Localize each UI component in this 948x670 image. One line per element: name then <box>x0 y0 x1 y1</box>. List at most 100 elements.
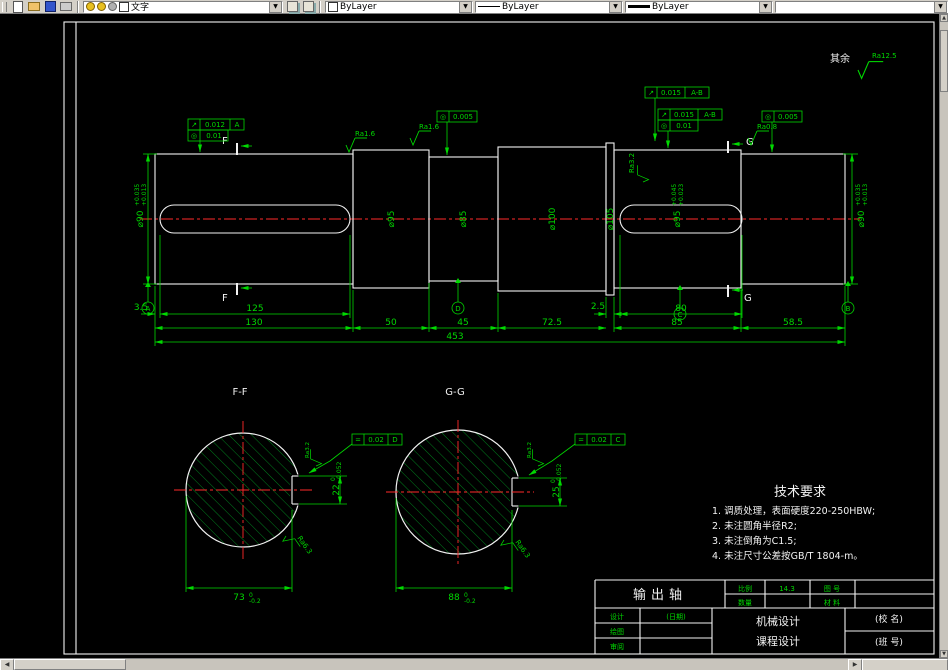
scroll-left-button[interactable]: ◀ <box>0 658 14 670</box>
layer-previous-button[interactable] <box>301 1 315 13</box>
tech-req-item: 2. 未注圆角半径R2; <box>712 520 797 532</box>
tol-value: 0.015 <box>661 89 681 97</box>
plotstyle-combo[interactable]: ▼ <box>775 0 948 13</box>
drafter-label: 绘图 <box>610 627 624 636</box>
dia-label-90-right: ⌀90 +0.035 +0.013 <box>855 184 869 228</box>
tol-value: 0.02 <box>591 436 607 444</box>
chevron-down-icon[interactable]: ▼ <box>759 0 772 13</box>
layer-on-icon[interactable] <box>86 2 95 11</box>
course-line-2: 课程设计 <box>756 635 800 648</box>
scroll-down-button[interactable]: ▼ <box>940 650 948 658</box>
toolbar-grip[interactable] <box>2 1 7 12</box>
other-surfaces-label: 其余 <box>830 52 850 65</box>
layer-combo[interactable]: 文字 ▼ <box>83 0 283 13</box>
dia-tol-upper: +0.045 <box>671 184 678 206</box>
tol-symbol: = <box>578 436 584 444</box>
tech-req-item: 4. 未注尺寸公差按GB/T 1804-m。 <box>712 550 863 562</box>
dim-125: 125 <box>246 304 263 314</box>
roughness-value: Ra3.2 <box>527 442 533 458</box>
vertical-scrollbar[interactable]: ▲ ▼ <box>939 14 948 658</box>
dim-tol-lower: -0.2 <box>464 598 476 605</box>
tolerance-frame: ◎ 0.005 <box>761 110 803 123</box>
course-line-1: 机械设计 <box>756 614 800 628</box>
tol-value: 0.005 <box>453 113 473 121</box>
datum-letter: C <box>678 311 683 319</box>
open-button[interactable] <box>27 1 41 13</box>
dia-value: ⌀95 <box>387 211 397 228</box>
cut-label-f-bottom: F <box>222 293 228 304</box>
keyway-width-dim: 22 0 -0.052 <box>330 461 343 495</box>
vertical-scroll-thumb[interactable] <box>940 30 948 92</box>
tolerance-frame: ↗ 0.015 A-B <box>657 108 723 121</box>
horizontal-scroll-thumb[interactable] <box>14 659 126 670</box>
toolbar-separator <box>319 0 321 13</box>
horizontal-scrollbar[interactable]: ◀ ▶ <box>0 658 948 670</box>
chevron-down-icon[interactable]: ▼ <box>269 0 282 13</box>
dim-tol-lower: -0.052 <box>556 463 563 483</box>
datum-letter: B <box>846 305 851 313</box>
technical-requirements: 技术要求 1. 调质处理，表面硬度220-250HBW; 2. 未注圆角半径R2… <box>712 485 875 562</box>
drawing-svg: 其余 Ra12.5 F F G 3.5 125 2.5 80 130 50 45… <box>63 21 935 655</box>
tolerance-frame: ◎ 0.005 <box>436 110 478 123</box>
dia-label-105: ⌀105 <box>606 208 616 231</box>
lineweight-combo[interactable]: ByLayer ▼ <box>625 0 773 13</box>
layer-lock-icon[interactable] <box>108 2 117 11</box>
section-label: G-G <box>445 387 464 398</box>
dia-label-90-left: ⌀90 +0.035 +0.013 <box>134 184 148 228</box>
toolbar: 文字 ▼ ByLayer ▼ ByLayer ▼ ByLayer ▼ ▼ <box>0 0 948 14</box>
tol-value: 0.012 <box>205 121 225 129</box>
chevron-down-icon[interactable]: ▼ <box>609 0 622 13</box>
dia-tol-lower: +0.013 <box>862 184 869 206</box>
color-swatch <box>328 1 338 12</box>
tolerance-frame: = 0.02 D <box>351 433 403 446</box>
current-layer-name: 文字 <box>131 3 150 13</box>
tolerance-frames: ↗ 0.012 A ◎ 0.01 ◎ 0.005 ↗ 0.015 A-B ↗ 0… <box>187 86 803 156</box>
linetype-combo[interactable]: ByLayer ▼ <box>475 0 623 13</box>
scrollbar-corner <box>862 658 948 670</box>
roughness-value: Ra3.2 <box>628 153 636 173</box>
drawing-number-label: 图 号 <box>824 585 840 593</box>
layer-manager-button[interactable] <box>285 1 299 13</box>
linetype-value: ByLayer <box>502 1 539 12</box>
tol-value: 0.005 <box>778 113 798 121</box>
general-roughness-note: 其余 Ra12.5 <box>830 52 897 79</box>
chevron-down-icon[interactable]: ▼ <box>459 0 472 13</box>
tol-symbol: ◎ <box>440 113 446 121</box>
save-button[interactable] <box>43 1 57 13</box>
layer-freeze-icon[interactable] <box>97 2 106 11</box>
dia-value: ⌀95 <box>673 211 683 228</box>
dim-45: 45 <box>457 318 468 328</box>
tol-value: 0.01 <box>206 132 222 140</box>
print-button[interactable] <box>59 1 73 13</box>
roughness-value: Ra0.8 <box>757 123 777 131</box>
section-width-dim: 88 0 -0.2 <box>448 592 476 605</box>
cad-application-window: 文字 ▼ ByLayer ▼ ByLayer ▼ ByLayer ▼ ▼ 其余 … <box>0 0 948 670</box>
tol-datum: A <box>235 121 240 129</box>
keyway-width-dim: 25 0 -0.052 <box>550 463 563 497</box>
new-file-button[interactable] <box>11 0 25 13</box>
tech-req-item: 3. 未注倒角为C1.5; <box>712 535 797 547</box>
tol-datum: A-B <box>691 89 703 97</box>
dim-72-5: 72.5 <box>542 318 562 328</box>
chevron-down-icon[interactable]: ▼ <box>934 0 947 13</box>
roughness-value: Ra1.6 <box>419 123 440 131</box>
tol-value: 0.015 <box>674 111 694 119</box>
lineweight-sample-icon <box>628 5 650 8</box>
dim-value: 22 <box>332 484 342 495</box>
scroll-up-button[interactable]: ▲ <box>940 14 948 22</box>
drawing-canvas[interactable]: 其余 Ra12.5 F F G 3.5 125 2.5 80 130 50 45… <box>0 14 940 658</box>
class-placeholder: (班 号) <box>875 636 903 648</box>
dim-130: 130 <box>245 318 262 328</box>
dia-value: ⌀90 <box>857 210 867 227</box>
color-combo[interactable]: ByLayer ▼ <box>325 0 473 13</box>
open-folder-icon <box>28 2 40 11</box>
tol-symbol: ↗ <box>191 121 197 129</box>
dim-50: 50 <box>385 318 397 328</box>
layer-previous-icon <box>302 1 314 12</box>
layer-color-swatch <box>119 1 129 12</box>
dim-58-5: 58.5 <box>783 318 803 328</box>
scroll-right-button[interactable]: ▶ <box>848 658 862 670</box>
datum-letter: A <box>146 305 151 313</box>
dim-value: 73 <box>233 593 244 603</box>
part-name: 输出轴 <box>633 587 687 603</box>
